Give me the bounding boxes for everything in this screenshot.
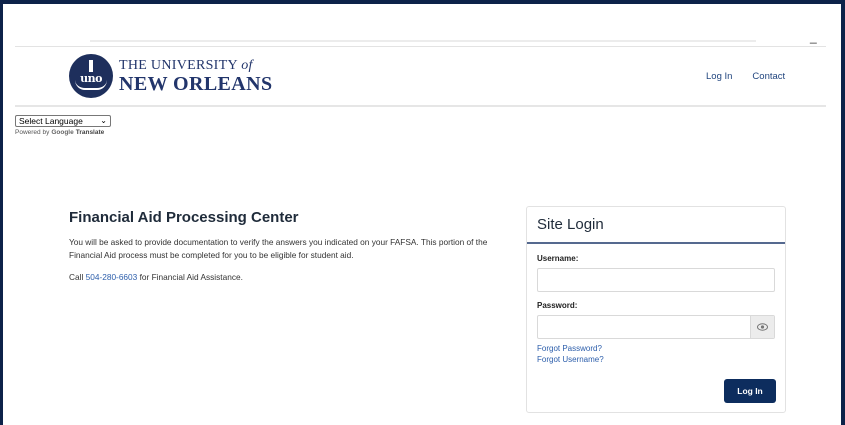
forgot-links: Forgot Password? Forgot Username?	[527, 343, 785, 365]
top-nav: Log In Contact	[706, 71, 785, 82]
login-button[interactable]: Log In	[724, 379, 776, 403]
page-title: Financial Aid Processing Center	[69, 209, 299, 226]
page: _ uno THE UNIVERSITY of NEW ORLEANS Log …	[3, 4, 841, 425]
password-label: Password:	[537, 301, 578, 310]
forgot-password-link[interactable]: Forgot Password?	[537, 343, 785, 354]
wordmark-line2: NEW ORLEANS	[119, 72, 273, 95]
google-logo: Google	[51, 129, 74, 136]
password-input[interactable]	[537, 315, 775, 339]
nav-login-link[interactable]: Log In	[706, 71, 732, 82]
minimize-button[interactable]: _	[810, 30, 817, 44]
top-strip	[90, 40, 756, 42]
phone-link[interactable]: 504-280-6603	[86, 272, 138, 282]
translate-link[interactable]: Translate	[76, 129, 105, 136]
wordmark: THE UNIVERSITY of NEW ORLEANS	[119, 57, 273, 95]
header-divider-top	[15, 46, 826, 47]
login-panel: Site Login Username: Password: Forgot Pa…	[526, 206, 786, 413]
forgot-username-link[interactable]: Forgot Username?	[537, 354, 785, 365]
username-input[interactable]	[537, 268, 775, 292]
username-label: Username:	[537, 254, 579, 263]
call-paragraph: Call 504-280-6603 for Financial Aid Assi…	[69, 272, 243, 282]
intro-paragraph: You will be asked to provide documentati…	[69, 237, 488, 260]
language-select-value: Select Language	[19, 116, 83, 126]
login-title: Site Login	[537, 216, 604, 233]
nav-contact-link[interactable]: Contact	[752, 71, 785, 82]
wordmark-line1: THE UNIVERSITY	[119, 57, 238, 73]
chevron-down-icon: ⌄	[100, 116, 107, 125]
wordmark-of: of	[241, 57, 253, 73]
powered-by-google: Powered by Google Translate	[15, 129, 111, 136]
header-divider	[15, 105, 826, 107]
powered-by-text: Powered by	[15, 129, 50, 136]
university-logo[interactable]: uno THE UNIVERSITY of NEW ORLEANS	[69, 54, 273, 98]
login-title-divider	[527, 242, 785, 244]
google-translate: Select Language ⌄ Powered by Google Tran…	[15, 115, 111, 136]
uno-seal-icon: uno	[69, 54, 113, 98]
language-select[interactable]: Select Language ⌄	[15, 115, 111, 127]
main-content: Financial Aid Processing Center You will…	[69, 209, 509, 284]
show-password-eye-icon[interactable]	[750, 316, 774, 338]
